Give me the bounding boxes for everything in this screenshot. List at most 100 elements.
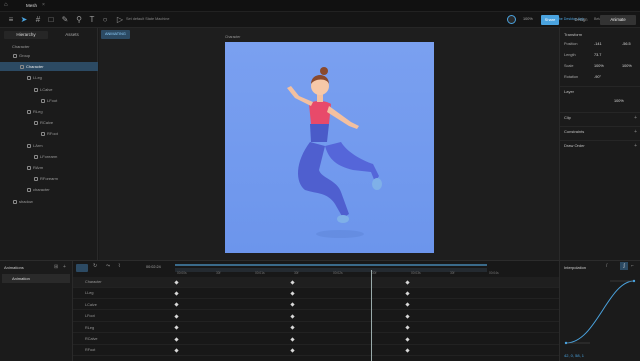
- keyframe-marker[interactable]: [174, 291, 179, 296]
- keyframe-marker[interactable]: [174, 325, 179, 330]
- keyframe-marker[interactable]: [290, 325, 295, 330]
- tree-item-lcalve[interactable]: LCalve: [0, 85, 98, 94]
- text-tool-icon[interactable]: T: [87, 15, 97, 25]
- tree-item-character[interactable]: character: [0, 185, 98, 194]
- share-button[interactable]: Share: [541, 15, 559, 25]
- tree-root[interactable]: Character: [0, 42, 98, 51]
- add-clip-icon[interactable]: +: [634, 113, 637, 123]
- tree-item-shadow[interactable]: shadow: [0, 197, 98, 206]
- comment-tool-icon[interactable]: ○: [100, 15, 110, 25]
- keyframe-marker[interactable]: [405, 314, 410, 319]
- position-y-field[interactable]: -56.5: [622, 40, 631, 49]
- tab-assets[interactable]: Assets: [50, 31, 94, 39]
- keyframe-marker[interactable]: [174, 279, 179, 285]
- draw-order-section[interactable]: Draw Order +: [560, 140, 640, 150]
- mode-tab-animate[interactable]: Animate: [600, 15, 636, 25]
- keyframe-marker[interactable]: [290, 336, 295, 342]
- easing-curve-graph[interactable]: [564, 277, 638, 347]
- add-animation-icon[interactable]: +: [63, 264, 66, 270]
- timeline-row[interactable]: LFoot: [73, 311, 559, 322]
- constraints-section[interactable]: Constraints +: [560, 126, 640, 136]
- app-logo-icon[interactable]: ⌂: [4, 2, 8, 8]
- stage-canvas[interactable]: ANIMATING Character: [99, 28, 559, 260]
- tree-item-character[interactable]: Character: [0, 62, 98, 72]
- keyframe-marker[interactable]: [405, 279, 410, 285]
- interpolation-values[interactable]: 42, 0, 58, 1: [564, 353, 584, 358]
- timeline-row[interactable]: LCalve: [73, 300, 559, 311]
- keyframe-marker[interactable]: [405, 336, 410, 342]
- play-icon[interactable]: ▷: [115, 15, 125, 25]
- user-avatar[interactable]: [507, 15, 516, 24]
- frame-tool-icon[interactable]: #: [33, 15, 43, 25]
- timeline-row-label: LCalve: [85, 302, 97, 307]
- timeline-panel[interactable]: ↻ ⤳ ⌇ 00:02:24 00:00s 30f 00:01s 30f 00:02s 3…: [73, 261, 559, 361]
- mode-tab-design[interactable]: Design: [563, 15, 599, 25]
- menu-icon[interactable]: ≡: [6, 15, 16, 25]
- keyframe-marker[interactable]: [174, 348, 179, 353]
- rotation-field[interactable]: -90°: [594, 73, 601, 82]
- timeline-work-area[interactable]: [175, 268, 487, 272]
- current-time-field[interactable]: 00:02:24: [146, 265, 161, 269]
- scale-x-field[interactable]: 100%: [594, 62, 604, 71]
- timeline-row[interactable]: LLeg: [73, 288, 559, 299]
- add-constraint-icon[interactable]: +: [634, 127, 637, 137]
- keyframe-marker[interactable]: [290, 279, 295, 285]
- artboard-label[interactable]: Character: [225, 35, 240, 39]
- keyframe-marker[interactable]: [405, 325, 410, 330]
- loop-icon[interactable]: ↻: [93, 263, 97, 269]
- scale-y-field[interactable]: 100%: [622, 62, 632, 71]
- pen-tool-icon[interactable]: ✎: [60, 15, 70, 25]
- clip-section[interactable]: Clip +: [560, 112, 640, 122]
- keyframe-marker[interactable]: [405, 291, 410, 296]
- timeline-row[interactable]: Character: [73, 277, 559, 288]
- add-draw-order-icon[interactable]: +: [634, 141, 637, 151]
- tree-item-larm[interactable]: LArm: [0, 141, 98, 150]
- tree-item-lfoot[interactable]: LFoot: [0, 96, 98, 105]
- linear-curve-icon[interactable]: /: [606, 263, 607, 269]
- tree-item-rleg[interactable]: RLeg: [0, 107, 98, 116]
- animation-item[interactable]: Animation: [2, 274, 70, 283]
- playhead[interactable]: [371, 270, 372, 361]
- tree-item-label: character: [33, 187, 50, 193]
- cubic-curve-icon[interactable]: ∫: [620, 262, 628, 270]
- keyframe-marker[interactable]: [174, 302, 179, 307]
- tree-item-rarm[interactable]: RArm: [0, 163, 98, 172]
- tree-item-rcalve[interactable]: RCalve: [0, 118, 98, 127]
- keyframe-marker[interactable]: [290, 291, 295, 296]
- select-tool-icon[interactable]: ➤: [19, 15, 29, 25]
- add-folder-icon[interactable]: ⊞: [54, 264, 58, 270]
- artboard[interactable]: [225, 42, 434, 253]
- shape-tool-icon[interactable]: □: [46, 15, 56, 25]
- keyframe-marker[interactable]: [290, 302, 295, 307]
- layer-section[interactable]: Layer: [560, 86, 640, 96]
- timeline-row[interactable]: RLeg: [73, 323, 559, 334]
- keyframe-marker[interactable]: [405, 348, 410, 353]
- keyframe-marker[interactable]: [174, 314, 179, 319]
- state-machine-selector[interactable]: Set default State Machine: [126, 17, 169, 21]
- transform-section[interactable]: Transform: [560, 30, 640, 40]
- position-x-field[interactable]: -141: [594, 40, 602, 49]
- length-field[interactable]: 73.7: [594, 51, 601, 60]
- keyframe-marker[interactable]: [290, 314, 295, 319]
- timeline-row[interactable]: RCalve: [73, 334, 559, 345]
- keyframe-marker[interactable]: [174, 336, 179, 342]
- tree-item-rfoot[interactable]: RFoot: [0, 129, 98, 138]
- key-tool-button[interactable]: [76, 264, 88, 272]
- tree-item-lforearm[interactable]: LForearm: [0, 152, 98, 161]
- bone-tool-icon[interactable]: ⚲: [74, 15, 84, 25]
- keyframe-marker[interactable]: [290, 348, 295, 353]
- hold-curve-icon[interactable]: ⌐: [631, 263, 634, 269]
- snap-icon[interactable]: ⌇: [118, 263, 120, 269]
- timeline-scrubber-track[interactable]: [175, 264, 487, 266]
- character-illustration[interactable]: [225, 42, 434, 253]
- close-tab-icon[interactable]: ×: [42, 2, 45, 8]
- keyframe-marker[interactable]: [405, 302, 410, 307]
- tree-item-rforearm[interactable]: RForearm: [0, 174, 98, 183]
- tab-hierarchy[interactable]: Hierarchy: [4, 31, 48, 39]
- layer-opacity-field[interactable]: 100%: [614, 97, 624, 106]
- ease-icon[interactable]: ⤳: [106, 263, 110, 269]
- tree-item-lleg[interactable]: LLeg: [0, 73, 98, 82]
- tree-item-group[interactable]: Group: [0, 51, 98, 60]
- zoom-level[interactable]: 100%: [523, 17, 533, 21]
- timeline-row[interactable]: RFoot: [73, 345, 559, 356]
